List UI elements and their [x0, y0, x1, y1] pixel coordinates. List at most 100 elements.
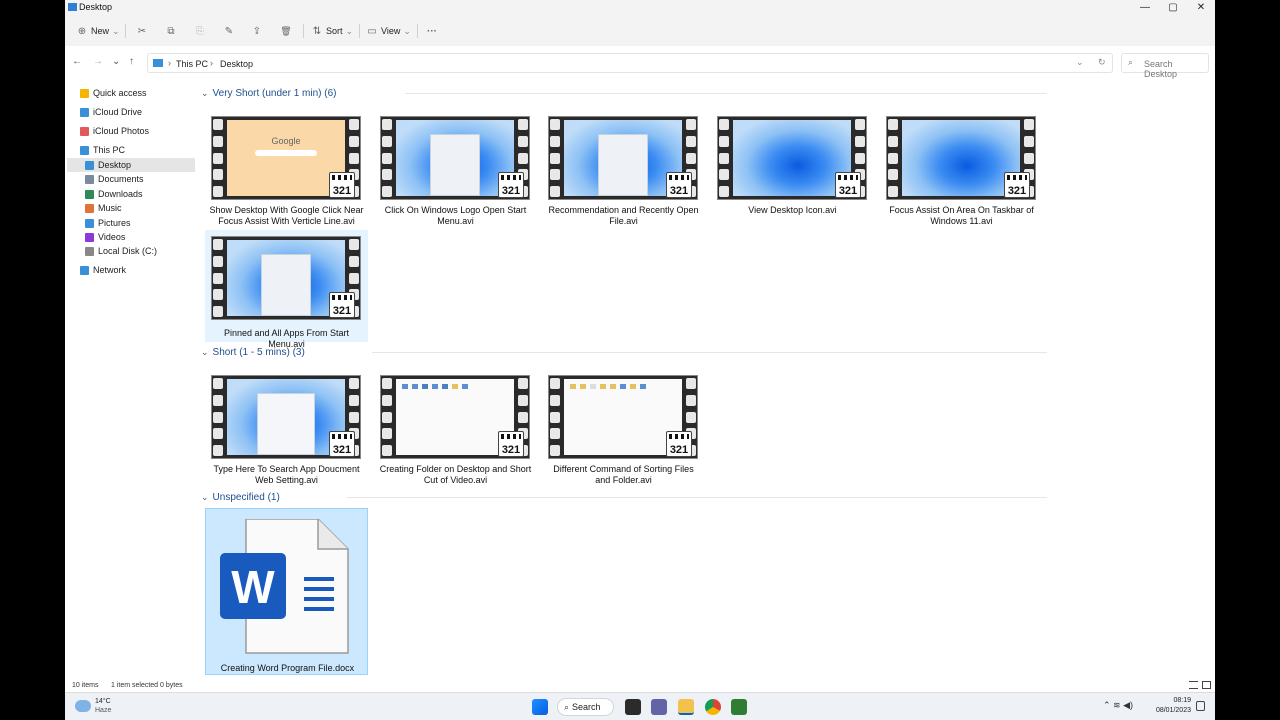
recent-locations-button[interactable]: ⌄: [112, 56, 120, 67]
rename-button[interactable]: ✎: [222, 24, 236, 38]
file-tile[interactable]: 321 Type Here To Search App Doucment Web…: [205, 371, 368, 487]
breadcrumb-desktop[interactable]: Desktop: [220, 59, 253, 69]
group-header-short[interactable]: ⌄ Short (1 - 5 mins) (3): [201, 345, 305, 359]
maximize-button[interactable]: ▢: [1159, 0, 1187, 16]
window-title: Desktop: [79, 2, 113, 12]
large-icons-view-icon[interactable]: [1202, 681, 1211, 689]
file-explorer-window: Desktop — ▢ ✕ ⊕ New ⌄ ✂ ⧉ ⎘ ✎ ⇪ 🗑 ⇅ Sort…: [65, 0, 1215, 720]
group-header-very-short[interactable]: ⌄ Very Short (under 1 min) (6): [201, 86, 336, 100]
delete-button[interactable]: 🗑: [279, 24, 293, 38]
chrome-icon[interactable]: [705, 699, 721, 715]
file-list: ⌄ Very Short (under 1 min) (6) Google 32…: [197, 80, 1215, 680]
plus-icon: ⊕: [77, 25, 87, 37]
weather-temp[interactable]: 14°C: [95, 698, 111, 705]
chevron-down-icon: ⌄: [112, 25, 120, 36]
clock-date[interactable]: 08/01/2023: [1151, 707, 1191, 714]
share-button[interactable]: ⇪: [250, 24, 264, 38]
divider: [372, 352, 1047, 353]
breadcrumb-this-pc[interactable]: This PC: [176, 59, 208, 69]
app-icon[interactable]: [731, 699, 747, 715]
address-bar[interactable]: › This PC › Desktop ⌄ ↻: [147, 53, 1113, 73]
sidebar-item-icloud-photos[interactable]: iCloud Photos: [80, 124, 149, 138]
file-name: View Desktop Icon.avi: [748, 205, 837, 215]
sidebar-item-network[interactable]: Network: [80, 263, 126, 277]
file-name: Focus Assist On Area On Taskbar of Windo…: [889, 205, 1034, 226]
network-icon: [80, 265, 89, 275]
paste-button[interactable]: ⎘: [193, 24, 207, 38]
chevron-down-icon: ⌄: [201, 491, 209, 502]
view-button[interactable]: ▭ View ⌄: [365, 24, 411, 38]
notification-icon[interactable]: [1196, 701, 1205, 711]
file-tile[interactable]: 321 Click On Windows Logo Open Start Men…: [374, 112, 537, 228]
music-icon: [85, 203, 94, 213]
cloud-icon: [80, 107, 89, 117]
navigation-pane: Quick access iCloud Drive iCloud Photos …: [65, 80, 197, 680]
file-tile[interactable]: 321 Different Command of Sorting Files a…: [542, 371, 705, 487]
file-explorer-icon[interactable]: [678, 699, 694, 715]
command-bar: ⊕ New ⌄ ✂ ⧉ ⎘ ✎ ⇪ 🗑 ⇅ Sort ⌄ ▭ View ⌄ ··…: [65, 16, 1215, 46]
photos-icon: [80, 126, 89, 136]
weather-condition: Haze: [95, 707, 112, 714]
file-tile[interactable]: 321 Recommendation and Recently Open Fil…: [542, 112, 705, 228]
pictures-icon: [85, 218, 94, 228]
downloads-icon: [85, 189, 94, 199]
cut-button[interactable]: ✂: [135, 24, 149, 38]
new-button[interactable]: ⊕ New ⌄: [75, 24, 120, 38]
sidebar-item-label: Pictures: [98, 218, 131, 228]
sidebar-item-documents[interactable]: Documents: [85, 172, 144, 186]
close-button[interactable]: ✕: [1187, 0, 1215, 16]
teams-chat-icon[interactable]: [651, 699, 667, 715]
sidebar-item-videos[interactable]: Videos: [85, 230, 125, 244]
refresh-icon[interactable]: ↻: [1098, 57, 1106, 68]
task-view-icon[interactable]: [625, 699, 641, 715]
file-name: Different Command of Sorting Files and F…: [553, 464, 694, 485]
file-tile[interactable]: Google 321 Show Desktop With Google Clic…: [205, 112, 368, 228]
documents-icon: [85, 174, 94, 184]
file-tile[interactable]: 321 Focus Assist On Area On Taskbar of W…: [880, 112, 1043, 228]
start-icon[interactable]: [532, 699, 548, 715]
sidebar-item-quick-access[interactable]: Quick access: [80, 86, 147, 100]
copy-button[interactable]: ⧉: [164, 24, 178, 38]
media-player-badge-icon: 321: [835, 172, 861, 198]
sidebar-item-label: iCloud Drive: [93, 107, 143, 117]
forward-button[interactable]: →: [93, 56, 103, 67]
search-placeholder: Search Desktop: [1144, 59, 1178, 79]
computer-icon: [153, 59, 163, 67]
sort-button[interactable]: ⇅ Sort ⌄: [310, 24, 353, 38]
breadcrumb-separator: ›: [168, 58, 171, 68]
chevron-down-icon: ⌄: [201, 87, 209, 98]
file-tile[interactable]: 321 Pinned and All Apps From Start Menu.…: [205, 230, 368, 349]
disk-icon: [85, 246, 94, 256]
view-label: View: [381, 26, 401, 36]
breadcrumb-separator: ›: [210, 58, 213, 68]
more-options-button[interactable]: ···: [425, 24, 439, 38]
sidebar-item-pictures[interactable]: Pictures: [85, 216, 131, 230]
media-player-badge-icon: 321: [666, 172, 692, 198]
file-name: Creating Folder on Desktop and Short Cut…: [379, 464, 532, 485]
sidebar-item-label: Network: [93, 265, 127, 275]
file-tile[interactable]: 321 Creating Folder on Desktop and Short…: [374, 371, 537, 487]
up-button[interactable]: ↑: [129, 56, 134, 67]
sidebar-item-downloads[interactable]: Downloads: [85, 187, 143, 201]
sidebar-item-local-disk[interactable]: Local Disk (C:): [85, 244, 157, 258]
sidebar-item-icloud-drive[interactable]: iCloud Drive: [80, 105, 142, 119]
group-header-unspecified[interactable]: ⌄ Unspecified (1): [201, 490, 280, 504]
search-input[interactable]: ⌕ Search Desktop: [1121, 53, 1209, 79]
divider: [417, 24, 418, 38]
sidebar-item-music[interactable]: Music: [85, 201, 122, 215]
taskbar-search-button[interactable]: ⌕ Search: [557, 698, 614, 716]
media-player-badge-icon: 321: [1004, 172, 1030, 198]
rename-icon: ✎: [224, 25, 234, 37]
back-button[interactable]: ←: [72, 56, 82, 67]
file-tile-selected[interactable]: W Creating Word Program File.docx: [205, 508, 368, 675]
sidebar-item-this-pc[interactable]: This PC: [80, 143, 125, 157]
file-tile[interactable]: 321 View Desktop Icon.avi: [711, 112, 874, 228]
minimize-button[interactable]: —: [1131, 0, 1159, 16]
clock-time[interactable]: 08:19: [1157, 697, 1191, 704]
details-view-icon[interactable]: [1189, 681, 1198, 689]
sidebar-item-label: Downloads: [98, 189, 143, 199]
sort-icon: ⇅: [312, 25, 322, 37]
chevron-down-icon[interactable]: ⌄: [1076, 57, 1084, 68]
sidebar-item-desktop[interactable]: Desktop: [85, 158, 131, 172]
system-tray-icons[interactable]: ⌃ ≋ ◀): [1103, 700, 1133, 711]
